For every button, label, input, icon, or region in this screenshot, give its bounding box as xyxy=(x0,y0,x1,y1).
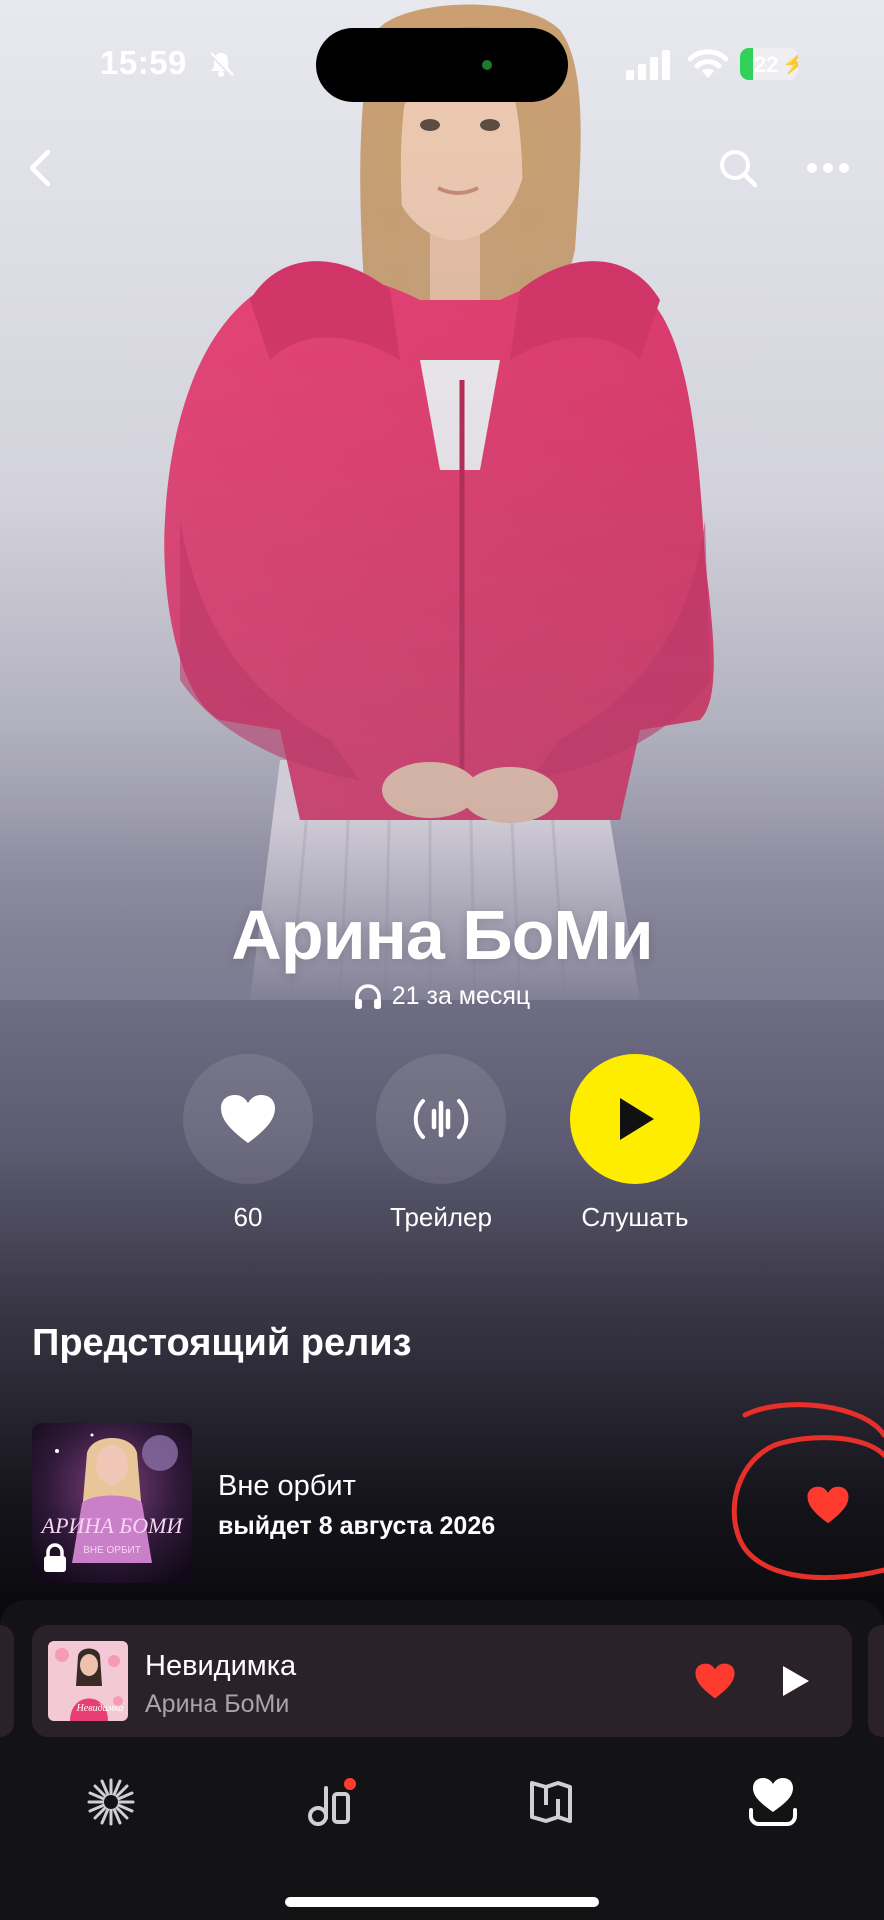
chevron-left-icon xyxy=(29,149,51,187)
waveform-icon xyxy=(413,1099,469,1139)
battery-fill xyxy=(740,48,753,80)
now-playing-play-button[interactable] xyxy=(770,1656,820,1706)
like-count: 60 xyxy=(233,1202,263,1232)
status-time: 15:59 xyxy=(100,44,187,81)
listeners-text: 21 за месяц xyxy=(391,982,531,1010)
silent-bell-icon xyxy=(208,51,234,77)
more-button[interactable] xyxy=(796,136,860,200)
section-title-upcoming: Предстоящий релиз xyxy=(32,1322,412,1364)
release-cover[interactable]: АРИНА БОМИ ВНЕ ОРБИТ xyxy=(32,1423,192,1583)
tab-my-wave[interactable] xyxy=(66,1762,156,1842)
annotation-circle xyxy=(731,1402,884,1581)
now-playing-cover-text: Невидимка xyxy=(76,1703,124,1714)
artist-name: Арина БоМи xyxy=(231,896,653,974)
lock-icon xyxy=(44,1543,66,1572)
play-icon xyxy=(620,1098,654,1140)
trailer-button[interactable] xyxy=(376,1054,506,1184)
cover-text-artist: АРИНА БОМИ xyxy=(40,1513,184,1538)
tab-music[interactable] xyxy=(287,1762,377,1842)
dynamic-island xyxy=(316,28,568,102)
music-library-icon xyxy=(308,1778,356,1826)
like-artist-button[interactable] xyxy=(183,1054,313,1184)
battery-indicator: 22 ⚡ xyxy=(740,48,798,80)
back-button[interactable] xyxy=(8,136,72,200)
battery-level: 22 xyxy=(754,52,779,77)
now-playing-title: Невидимка xyxy=(145,1650,297,1682)
now-playing-artist: Арина БоМи xyxy=(145,1690,290,1718)
headphones-icon xyxy=(354,983,381,1009)
heart-icon xyxy=(221,1095,275,1143)
now-playing-like-button[interactable] xyxy=(690,1658,740,1704)
trailer-label: Трейлер xyxy=(390,1202,492,1232)
listen-button[interactable] xyxy=(570,1054,700,1184)
release-title: Вне орбит xyxy=(218,1470,356,1502)
book-map-icon xyxy=(530,1781,572,1823)
cellular-signal-icon xyxy=(626,50,670,80)
play-icon xyxy=(783,1666,809,1696)
tab-collection[interactable] xyxy=(728,1762,818,1842)
ellipsis-icon xyxy=(807,163,849,173)
previous-track-peek[interactable] xyxy=(0,1625,14,1737)
tab-books[interactable] xyxy=(506,1762,596,1842)
search-icon xyxy=(720,150,758,188)
now-playing-cover[interactable]: Невидимка xyxy=(48,1641,128,1721)
search-button[interactable] xyxy=(706,136,770,200)
heart-filled-icon xyxy=(695,1663,735,1699)
sparkle-icon xyxy=(87,1778,135,1826)
wifi-icon xyxy=(688,49,728,78)
home-indicator xyxy=(285,1897,599,1907)
next-track-peek[interactable] xyxy=(868,1625,884,1737)
camera-indicator xyxy=(482,60,492,70)
charging-icon: ⚡ xyxy=(782,53,798,75)
monthly-listeners: 21 за месяц xyxy=(0,982,884,1011)
release-date: выйдет 8 августа 2026 xyxy=(218,1512,496,1540)
listen-label: Слушать xyxy=(581,1202,689,1232)
now-playing-cover-art: Невидимка xyxy=(48,1641,128,1721)
heart-collection-icon xyxy=(749,1778,797,1826)
cover-text-title: ВНЕ ОРБИТ xyxy=(83,1545,141,1556)
